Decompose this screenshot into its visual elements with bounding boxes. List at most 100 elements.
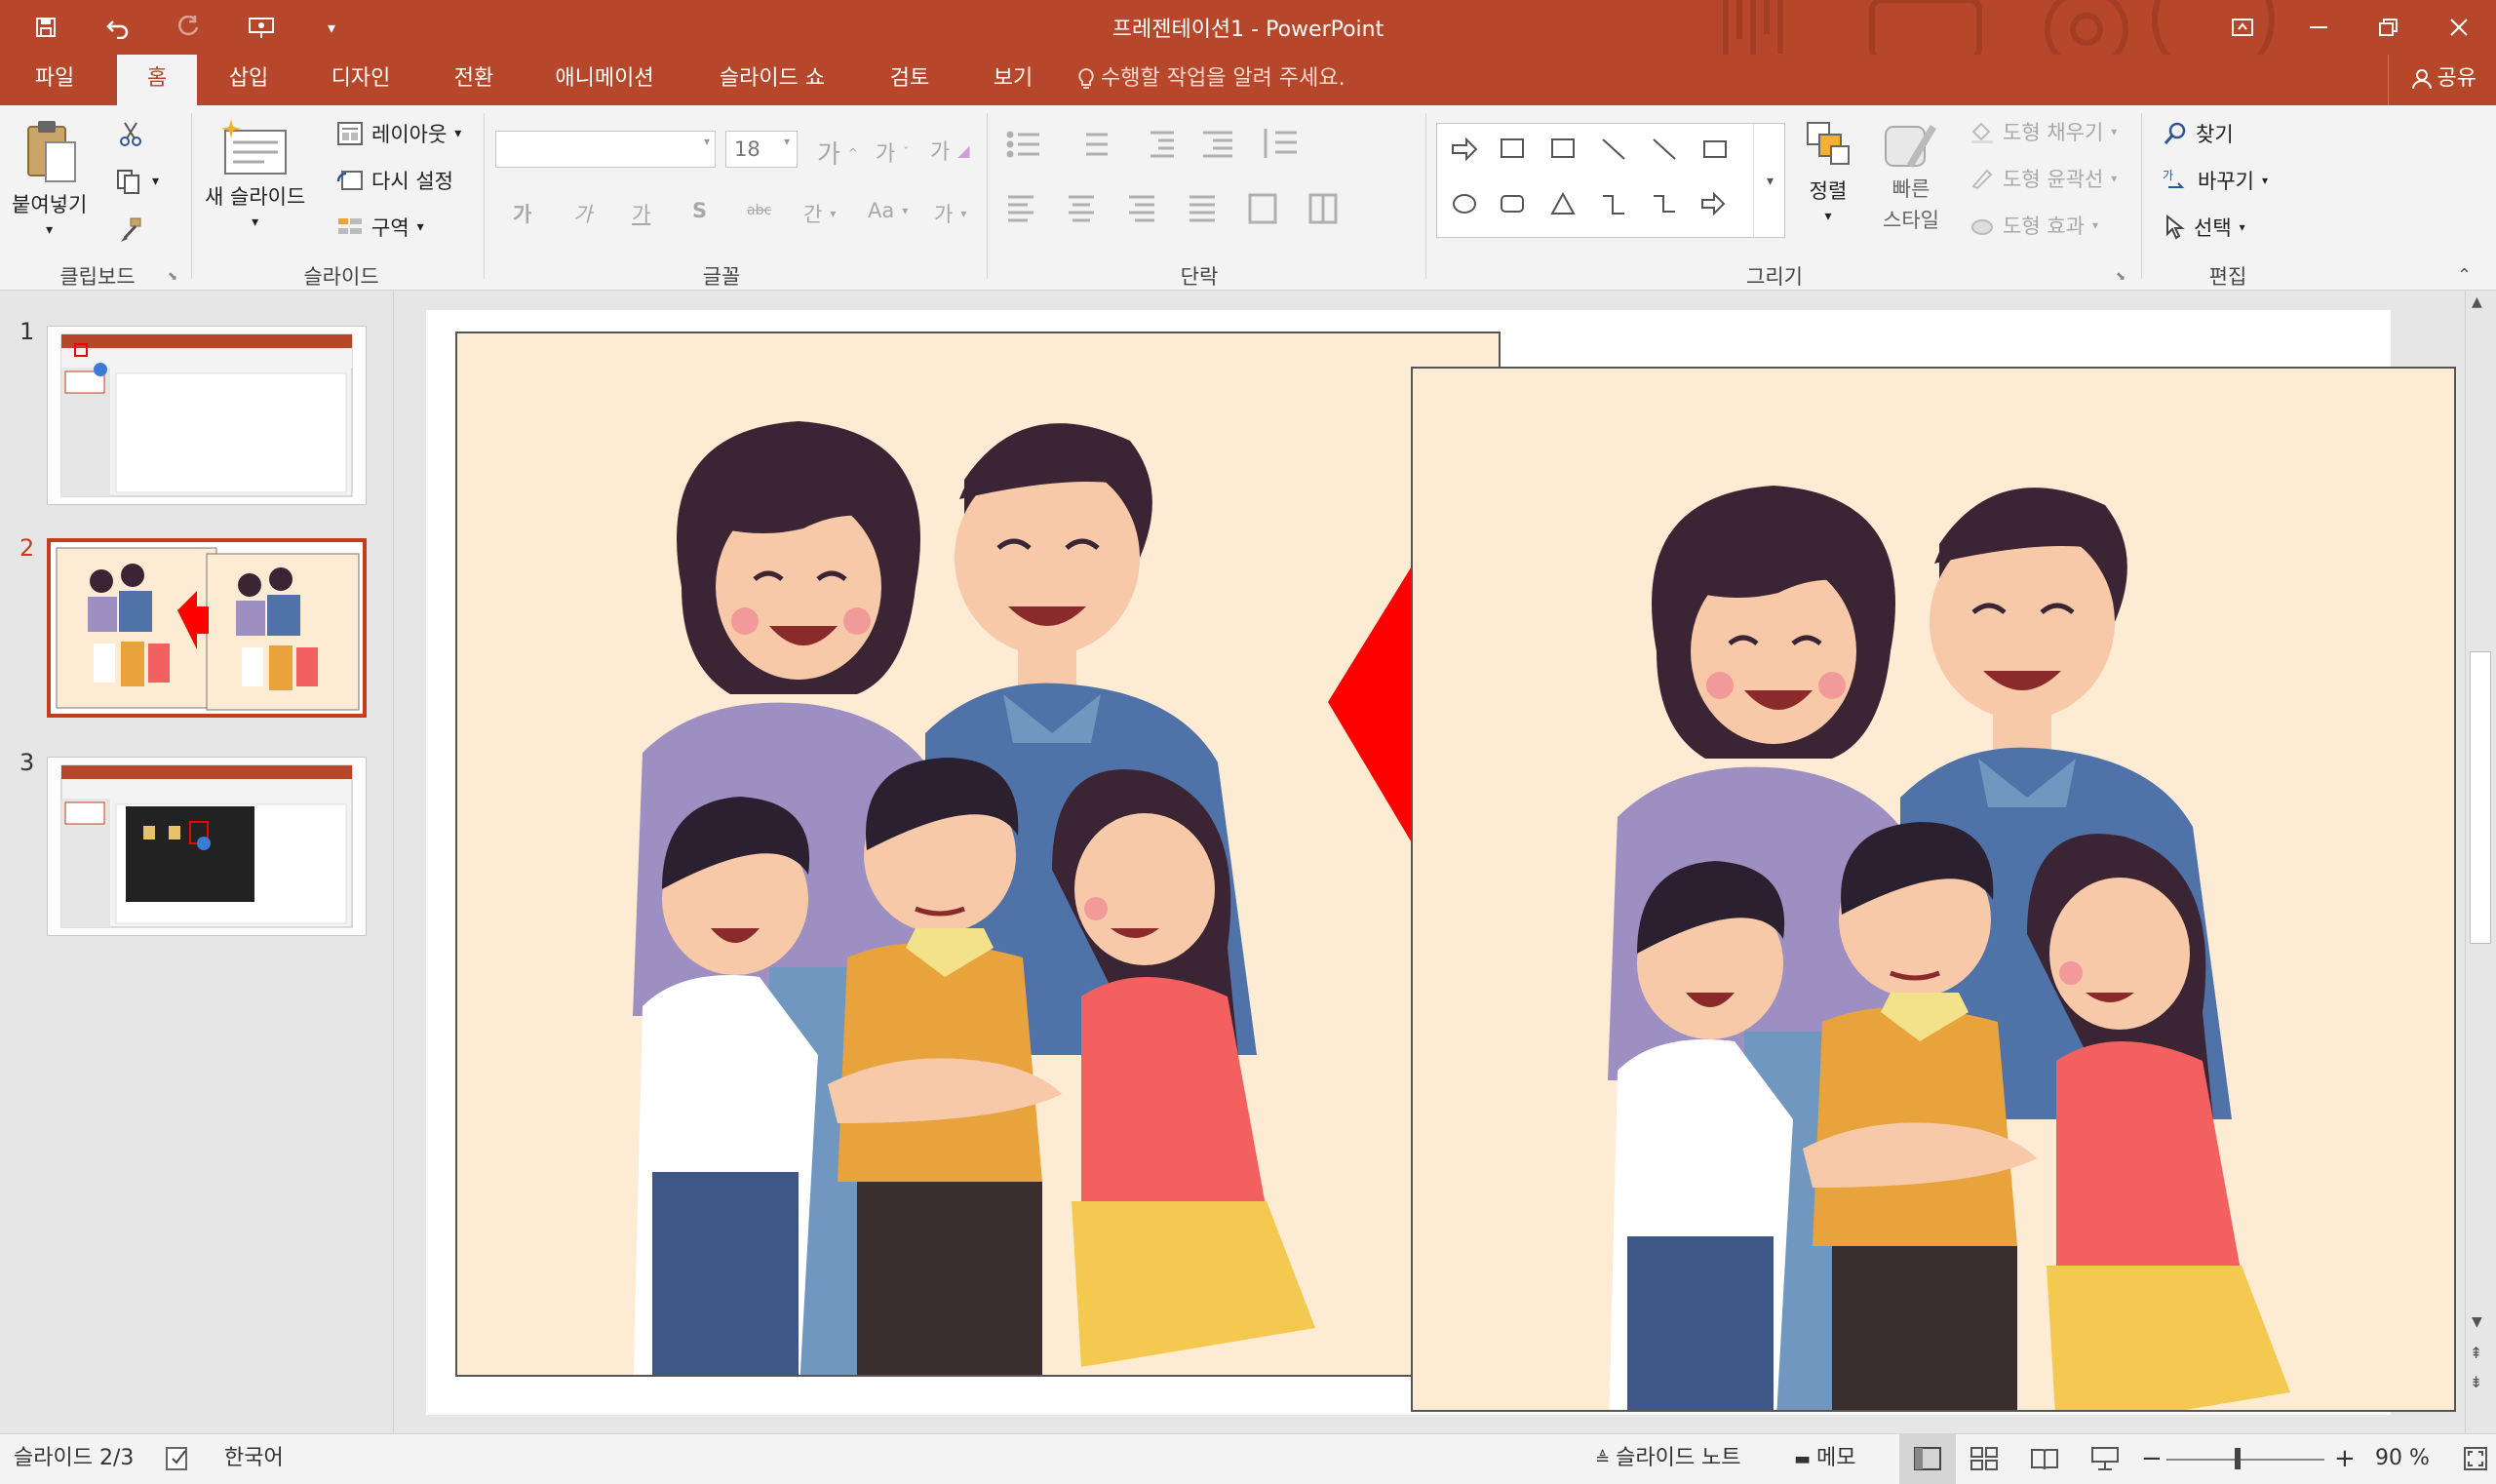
arrow-line-shape-icon — [1653, 138, 1676, 160]
layout-button[interactable]: 레이아웃 ▾ — [336, 119, 461, 148]
shapes-gallery[interactable]: ▾ — [1436, 123, 1786, 239]
comments-label: 메모 — [1816, 1446, 1856, 1470]
notes-button[interactable]: ≜ 슬라이드 노트 — [1595, 1434, 1741, 1484]
tab-review[interactable]: 검토 — [876, 55, 944, 105]
chevron-down-icon[interactable]: ▾ — [704, 135, 710, 148]
share-label: 공유 — [2437, 66, 2476, 91]
underline-button[interactable]: 가 — [632, 199, 650, 228]
tab-insert[interactable]: 삽입 — [214, 55, 283, 105]
reset-button[interactable]: 다시 설정 — [336, 166, 453, 195]
find-button[interactable]: 찾기 — [2163, 119, 2234, 148]
line-spacing-icon — [1264, 129, 1297, 158]
tab-design[interactable]: 디자인 — [314, 55, 408, 105]
section-button[interactable]: 구역 ▾ — [336, 213, 424, 242]
oval-shape-icon — [1453, 194, 1476, 214]
paste-icon — [26, 121, 76, 182]
tab-animations[interactable]: 애니메이션 — [541, 55, 668, 105]
close-icon[interactable] — [2430, 8, 2488, 47]
scroll-down-icon[interactable]: ▼ — [2472, 1314, 2482, 1330]
slide-canvas[interactable] — [426, 310, 2456, 1415]
strikethrough-button[interactable]: abc — [747, 203, 771, 218]
new-slide-label: 새 슬라이드 — [205, 185, 306, 209]
zoom-slider-thumb[interactable] — [2235, 1448, 2241, 1469]
select-button[interactable]: 선택 ▾ — [2163, 213, 2245, 242]
scroll-thumb[interactable] — [2470, 651, 2491, 944]
shrink-font-button[interactable]: 가ˇ — [876, 137, 909, 168]
cut-button[interactable] — [117, 121, 144, 148]
normal-view-button[interactable] — [1899, 1434, 1956, 1484]
bold-button[interactable]: 가 — [513, 199, 531, 228]
paste-button[interactable]: 붙여넣기 ▾ — [12, 117, 87, 238]
comments-button[interactable]: ▬ 메모 — [1794, 1434, 1856, 1484]
tell-me-box[interactable]: 수행할 작업을 알려 주세요. — [1077, 55, 1346, 105]
quick-styles-button[interactable]: 빠른 스타일 — [1882, 119, 1940, 234]
tab-home[interactable]: 홈 — [117, 55, 197, 105]
arrange-button[interactable]: 정렬 ▾ — [1804, 119, 1852, 224]
change-case-label: Aa — [868, 199, 895, 222]
shape-fill-button[interactable]: 도형 채우기 ▾ — [1970, 117, 2117, 146]
spelling-check-icon[interactable] — [164, 1434, 193, 1484]
shadow-button[interactable]: S — [692, 199, 707, 222]
font-name-combo[interactable] — [495, 131, 716, 168]
align-left-icon — [1008, 195, 1034, 222]
paste-label: 붙여넣기 — [12, 193, 88, 216]
reading-view-button[interactable] — [2030, 1434, 2059, 1484]
italic-button[interactable]: 가 — [573, 199, 592, 228]
family-picture-right[interactable] — [1411, 367, 2456, 1412]
reset-icon — [336, 171, 363, 190]
language-indicator[interactable]: 한국어 — [224, 1434, 284, 1484]
paragraph-controls[interactable] — [1004, 127, 1414, 263]
slide-thumbnail-1[interactable] — [47, 326, 367, 505]
zoom-out-icon[interactable]: − — [2141, 1434, 2163, 1484]
clear-format-button[interactable]: 가 ◢ — [930, 135, 970, 166]
change-case-button[interactable]: Aa ▾ — [868, 199, 908, 222]
char-spacing-button[interactable]: 간 ▾ — [803, 199, 836, 228]
slide-sorter-button[interactable] — [1970, 1434, 1999, 1484]
tab-slideshow[interactable]: 슬라이드 쇼 — [704, 55, 840, 105]
share-button[interactable]: 공유 — [2387, 55, 2476, 105]
next-slide-icon[interactable]: ⇟ — [2470, 1373, 2482, 1391]
vertical-scrollbar[interactable]: ▲ ▼ ⇞ ⇟ — [2465, 291, 2496, 1433]
zoom-slider[interactable] — [2166, 1459, 2324, 1461]
gallery-more-icon[interactable]: ▾ — [1753, 124, 1786, 239]
minimize-icon[interactable] — [2289, 8, 2348, 47]
layout-label: 레이아웃 — [371, 123, 448, 146]
rounded-rect-shape-icon — [1501, 195, 1524, 213]
fit-to-window-icon[interactable] — [2463, 1434, 2488, 1484]
shape-outline-button[interactable]: 도형 윤곽선 ▾ — [1970, 164, 2117, 193]
search-icon — [2164, 122, 2186, 144]
notes-label: 슬라이드 노트 — [1616, 1446, 1741, 1470]
restore-icon[interactable] — [2360, 8, 2418, 47]
replace-button[interactable]: 가 바꾸기 ▾ — [2163, 166, 2268, 195]
dialog-launcher-icon[interactable]: ⬊ — [168, 269, 177, 283]
dialog-launcher-icon[interactable]: ⬊ — [2116, 269, 2126, 283]
section-icon — [338, 218, 362, 234]
new-slide-button[interactable]: 새 슬라이드 ▾ — [205, 117, 305, 230]
replace-label: 바꾸기 — [2198, 170, 2254, 193]
section-label: 구역 — [371, 216, 410, 240]
font-color-button[interactable]: 가 ▾ — [934, 199, 966, 228]
normal-view-icon — [1914, 1447, 1941, 1470]
slideshow-button[interactable] — [2090, 1434, 2120, 1484]
grow-font-button[interactable]: 가 ^ — [817, 135, 858, 171]
zoom-in-icon[interactable]: + — [2334, 1434, 2356, 1484]
slide-thumbnail-2[interactable] — [47, 538, 367, 718]
grid-icon — [1970, 1447, 1998, 1470]
chevron-down-icon[interactable]: ▾ — [784, 135, 790, 148]
tab-view[interactable]: 보기 — [979, 55, 1047, 105]
group-label-editing: 편집 — [2208, 265, 2247, 289]
copy-button[interactable]: ▾ — [115, 168, 159, 195]
slide-thumbnail-3[interactable] — [47, 757, 367, 936]
line-shape-icon — [1602, 138, 1625, 160]
previous-slide-icon[interactable]: ⇞ — [2470, 1344, 2482, 1362]
zoom-level[interactable]: 90 % — [2375, 1434, 2430, 1484]
format-painter-button[interactable] — [117, 216, 144, 244]
find-label: 찾기 — [2196, 123, 2234, 146]
tab-file[interactable]: 파일 — [18, 55, 92, 105]
scroll-up-icon[interactable]: ▲ — [2472, 294, 2482, 310]
shape-fill-label: 도형 채우기 — [2003, 121, 2104, 144]
tab-transitions[interactable]: 전환 — [437, 55, 511, 105]
shape-effects-button[interactable]: 도형 효과 ▾ — [1970, 211, 2098, 240]
ribbon-display-icon[interactable] — [2213, 8, 2272, 47]
collapse-ribbon-icon[interactable]: ⌃ — [2457, 265, 2472, 286]
